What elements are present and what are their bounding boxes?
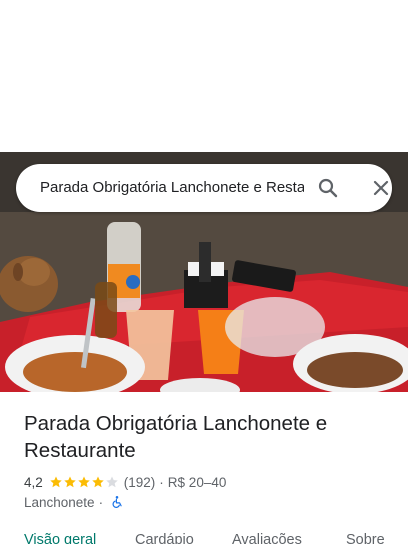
star-filled-icon	[78, 476, 90, 488]
search-button[interactable]	[316, 176, 340, 200]
place-tabs: Visão geral Cardápio Avaliações Sobre	[0, 532, 408, 544]
price-range: R$ 20–40	[167, 474, 227, 490]
tab-overview[interactable]: Visão geral	[24, 532, 96, 544]
separator-dot: ·	[98, 494, 104, 510]
star-filled-icon	[50, 476, 62, 488]
rating-stars	[49, 475, 119, 489]
clear-search-button[interactable]	[369, 176, 393, 200]
search-icon	[318, 178, 338, 198]
close-icon	[373, 180, 389, 196]
review-count: (192)	[123, 474, 156, 490]
place-info-panel: Parada Obrigatória Lanchonete e Restaura…	[0, 392, 408, 544]
star-empty-icon	[106, 476, 118, 488]
star-filled-icon	[64, 476, 76, 488]
search-bar[interactable]: Parada Obrigatória Lanchonete e Restaura…	[16, 164, 392, 212]
wheelchair-accessible-icon	[112, 496, 122, 508]
blank-header-area	[0, 0, 408, 152]
rating-value: 4,2	[24, 474, 43, 490]
category-label: Lanchonete	[24, 494, 95, 510]
category-row: Lanchonete ·	[24, 493, 124, 511]
separator-dot: ·	[159, 474, 164, 490]
tab-menu[interactable]: Cardápio	[135, 532, 194, 544]
place-title: Parada Obrigatória Lanchonete e Restaura…	[24, 412, 328, 462]
rating-row[interactable]: 4,2 (192) · R$ 20–40	[24, 473, 226, 491]
tab-about[interactable]: Sobre	[346, 532, 385, 544]
tab-reviews[interactable]: Avaliações	[232, 532, 302, 544]
search-input[interactable]: Parada Obrigatória Lanchonete e Restaura…	[40, 178, 304, 198]
star-filled-icon	[92, 476, 104, 488]
